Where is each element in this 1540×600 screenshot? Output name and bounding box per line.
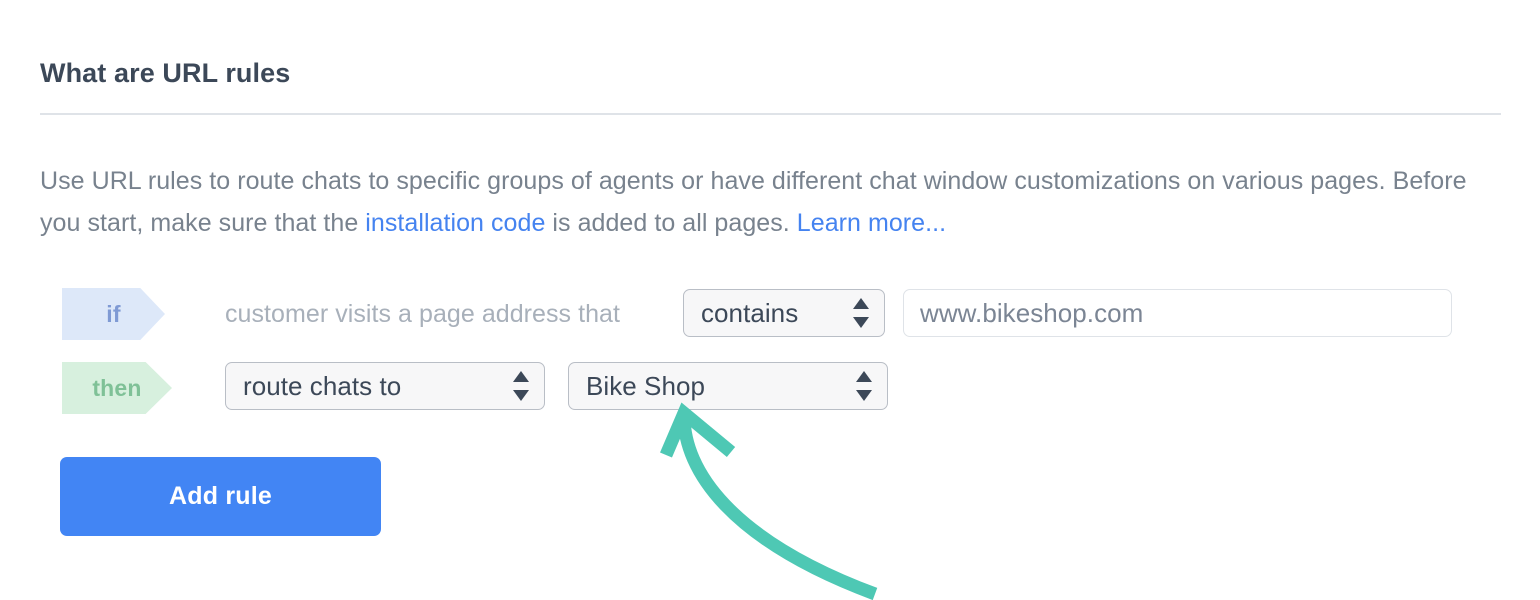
learn-more-link[interactable]: Learn more... — [797, 209, 946, 237]
condition-description: customer visits a page address that — [225, 299, 620, 328]
installation-code-link[interactable]: installation code — [365, 209, 545, 237]
if-badge: if — [62, 288, 165, 340]
operator-select-value: contains — [701, 297, 799, 328]
url-rules-page: What are URL rules Use URL rules to rout… — [0, 0, 1540, 600]
chevron-up-icon — [853, 298, 869, 309]
if-badge-label: if — [106, 300, 121, 327]
description-part-2: is added to all pages. — [545, 209, 797, 237]
chevron-down-icon — [853, 317, 869, 328]
chevron-down-icon — [856, 390, 872, 401]
page-description: Use URL rules to route chats to specific… — [40, 160, 1510, 244]
header-divider — [40, 113, 1501, 115]
rule-action-row: then — [62, 362, 172, 414]
chevron-updown-icon[interactable] — [513, 371, 529, 401]
action-select-value: route chats to — [243, 370, 402, 401]
then-badge: then — [62, 362, 172, 414]
group-select-value: Bike Shop — [586, 370, 705, 401]
add-rule-button[interactable]: Add rule — [60, 457, 381, 536]
chevron-up-icon — [856, 371, 872, 382]
then-badge-label: then — [92, 374, 142, 401]
group-select[interactable]: Bike Shop — [568, 362, 888, 410]
operator-select[interactable]: contains — [683, 289, 885, 337]
rule-condition-row: if customer visits a page address that — [62, 288, 620, 340]
action-select[interactable]: route chats to — [225, 362, 545, 410]
chevron-up-icon — [513, 371, 529, 382]
chevron-updown-icon[interactable] — [853, 298, 869, 328]
chevron-down-icon — [513, 390, 529, 401]
url-value-input[interactable] — [903, 289, 1452, 337]
chevron-updown-icon[interactable] — [856, 371, 872, 401]
page-title: What are URL rules — [40, 58, 291, 88]
